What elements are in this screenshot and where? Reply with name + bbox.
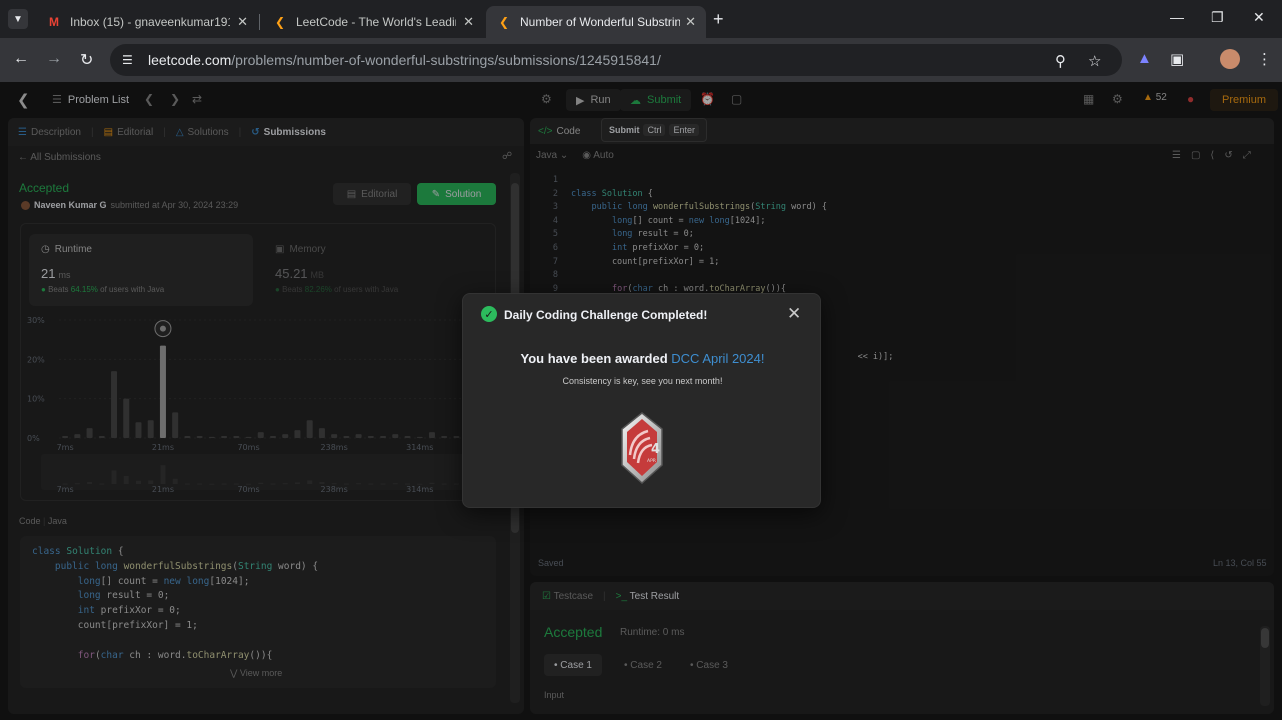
tab-leetcode-home[interactable]: ❮ LeetCode - The World's Leading ✕ [262, 6, 484, 38]
browser-tab-bar: ▼ M Inbox (15) - gnaveenkumar1914 ✕ ❮ Le… [0, 0, 1282, 38]
dcc-badge-icon: 4 APR [621, 412, 663, 485]
url-host: leetcode.com [148, 52, 232, 68]
leetcode-icon: ❮ [274, 15, 286, 29]
extension-icon[interactable]: ▲ [1137, 50, 1152, 67]
new-tab-button[interactable]: + [713, 9, 724, 30]
tab-title: Inbox (15) - gnaveenkumar1914 [70, 15, 230, 29]
profile-avatar[interactable] [1220, 49, 1240, 69]
tab-search-button[interactable]: ▼ [8, 9, 28, 29]
site-info-icon[interactable]: ☰ [122, 53, 133, 67]
badge-month: APR [647, 458, 656, 464]
close-icon[interactable]: ✕ [463, 14, 474, 30]
minimize-icon[interactable]: — [1170, 9, 1184, 25]
bookmark-star-icon[interactable]: ☆ [1088, 52, 1101, 70]
award-prefix: You have been awarded [520, 351, 668, 366]
tab-title: LeetCode - The World's Leading [296, 15, 456, 29]
dcc-completed-modal: ✓ Daily Coding Challenge Completed! ✕ Yo… [462, 293, 821, 508]
check-circle-icon: ✓ [481, 306, 497, 322]
forward-icon[interactable]: → [46, 50, 62, 68]
close-icon[interactable]: ✕ [237, 14, 248, 30]
window-close-icon[interactable]: ✕ [1253, 9, 1265, 26]
tab-title: Number of Wonderful Substrings [520, 15, 680, 29]
url-path: /problems/number-of-wonderful-substrings… [231, 52, 661, 68]
tab-divider [259, 14, 260, 30]
address-bar[interactable]: ☰ leetcode.com/problems/number-of-wonder… [110, 44, 1122, 76]
leetcode-icon: ❮ [498, 15, 510, 29]
extensions-puzzle-icon[interactable]: ▣ [1170, 50, 1184, 68]
browser-toolbar: ← → ↻ ☰ leetcode.com/problems/number-of-… [0, 38, 1282, 82]
restore-icon[interactable]: ❐ [1211, 9, 1224, 26]
badge-number: 4 [651, 442, 660, 457]
modal-subtitle: Consistency is key, see you next month! [562, 376, 723, 386]
award-badge-name[interactable]: DCC April 2024! [671, 351, 764, 366]
modal-title: Daily Coding Challenge Completed! [504, 308, 708, 322]
award-message: You have been awarded DCC April 2024! [463, 351, 822, 366]
back-icon[interactable]: ← [13, 50, 29, 68]
reload-icon[interactable]: ↻ [80, 50, 93, 70]
close-icon[interactable]: ✕ [787, 304, 801, 324]
zoom-icon[interactable]: ⚲ [1055, 52, 1066, 70]
close-icon[interactable]: ✕ [685, 14, 696, 30]
tab-gmail[interactable]: M Inbox (15) - gnaveenkumar1914 ✕ [36, 6, 258, 38]
tab-problem-active[interactable]: ❮ Number of Wonderful Substrings ✕ [486, 6, 706, 38]
gmail-icon: M [49, 15, 59, 29]
browser-menu-icon[interactable]: ⋮ [1257, 50, 1272, 68]
